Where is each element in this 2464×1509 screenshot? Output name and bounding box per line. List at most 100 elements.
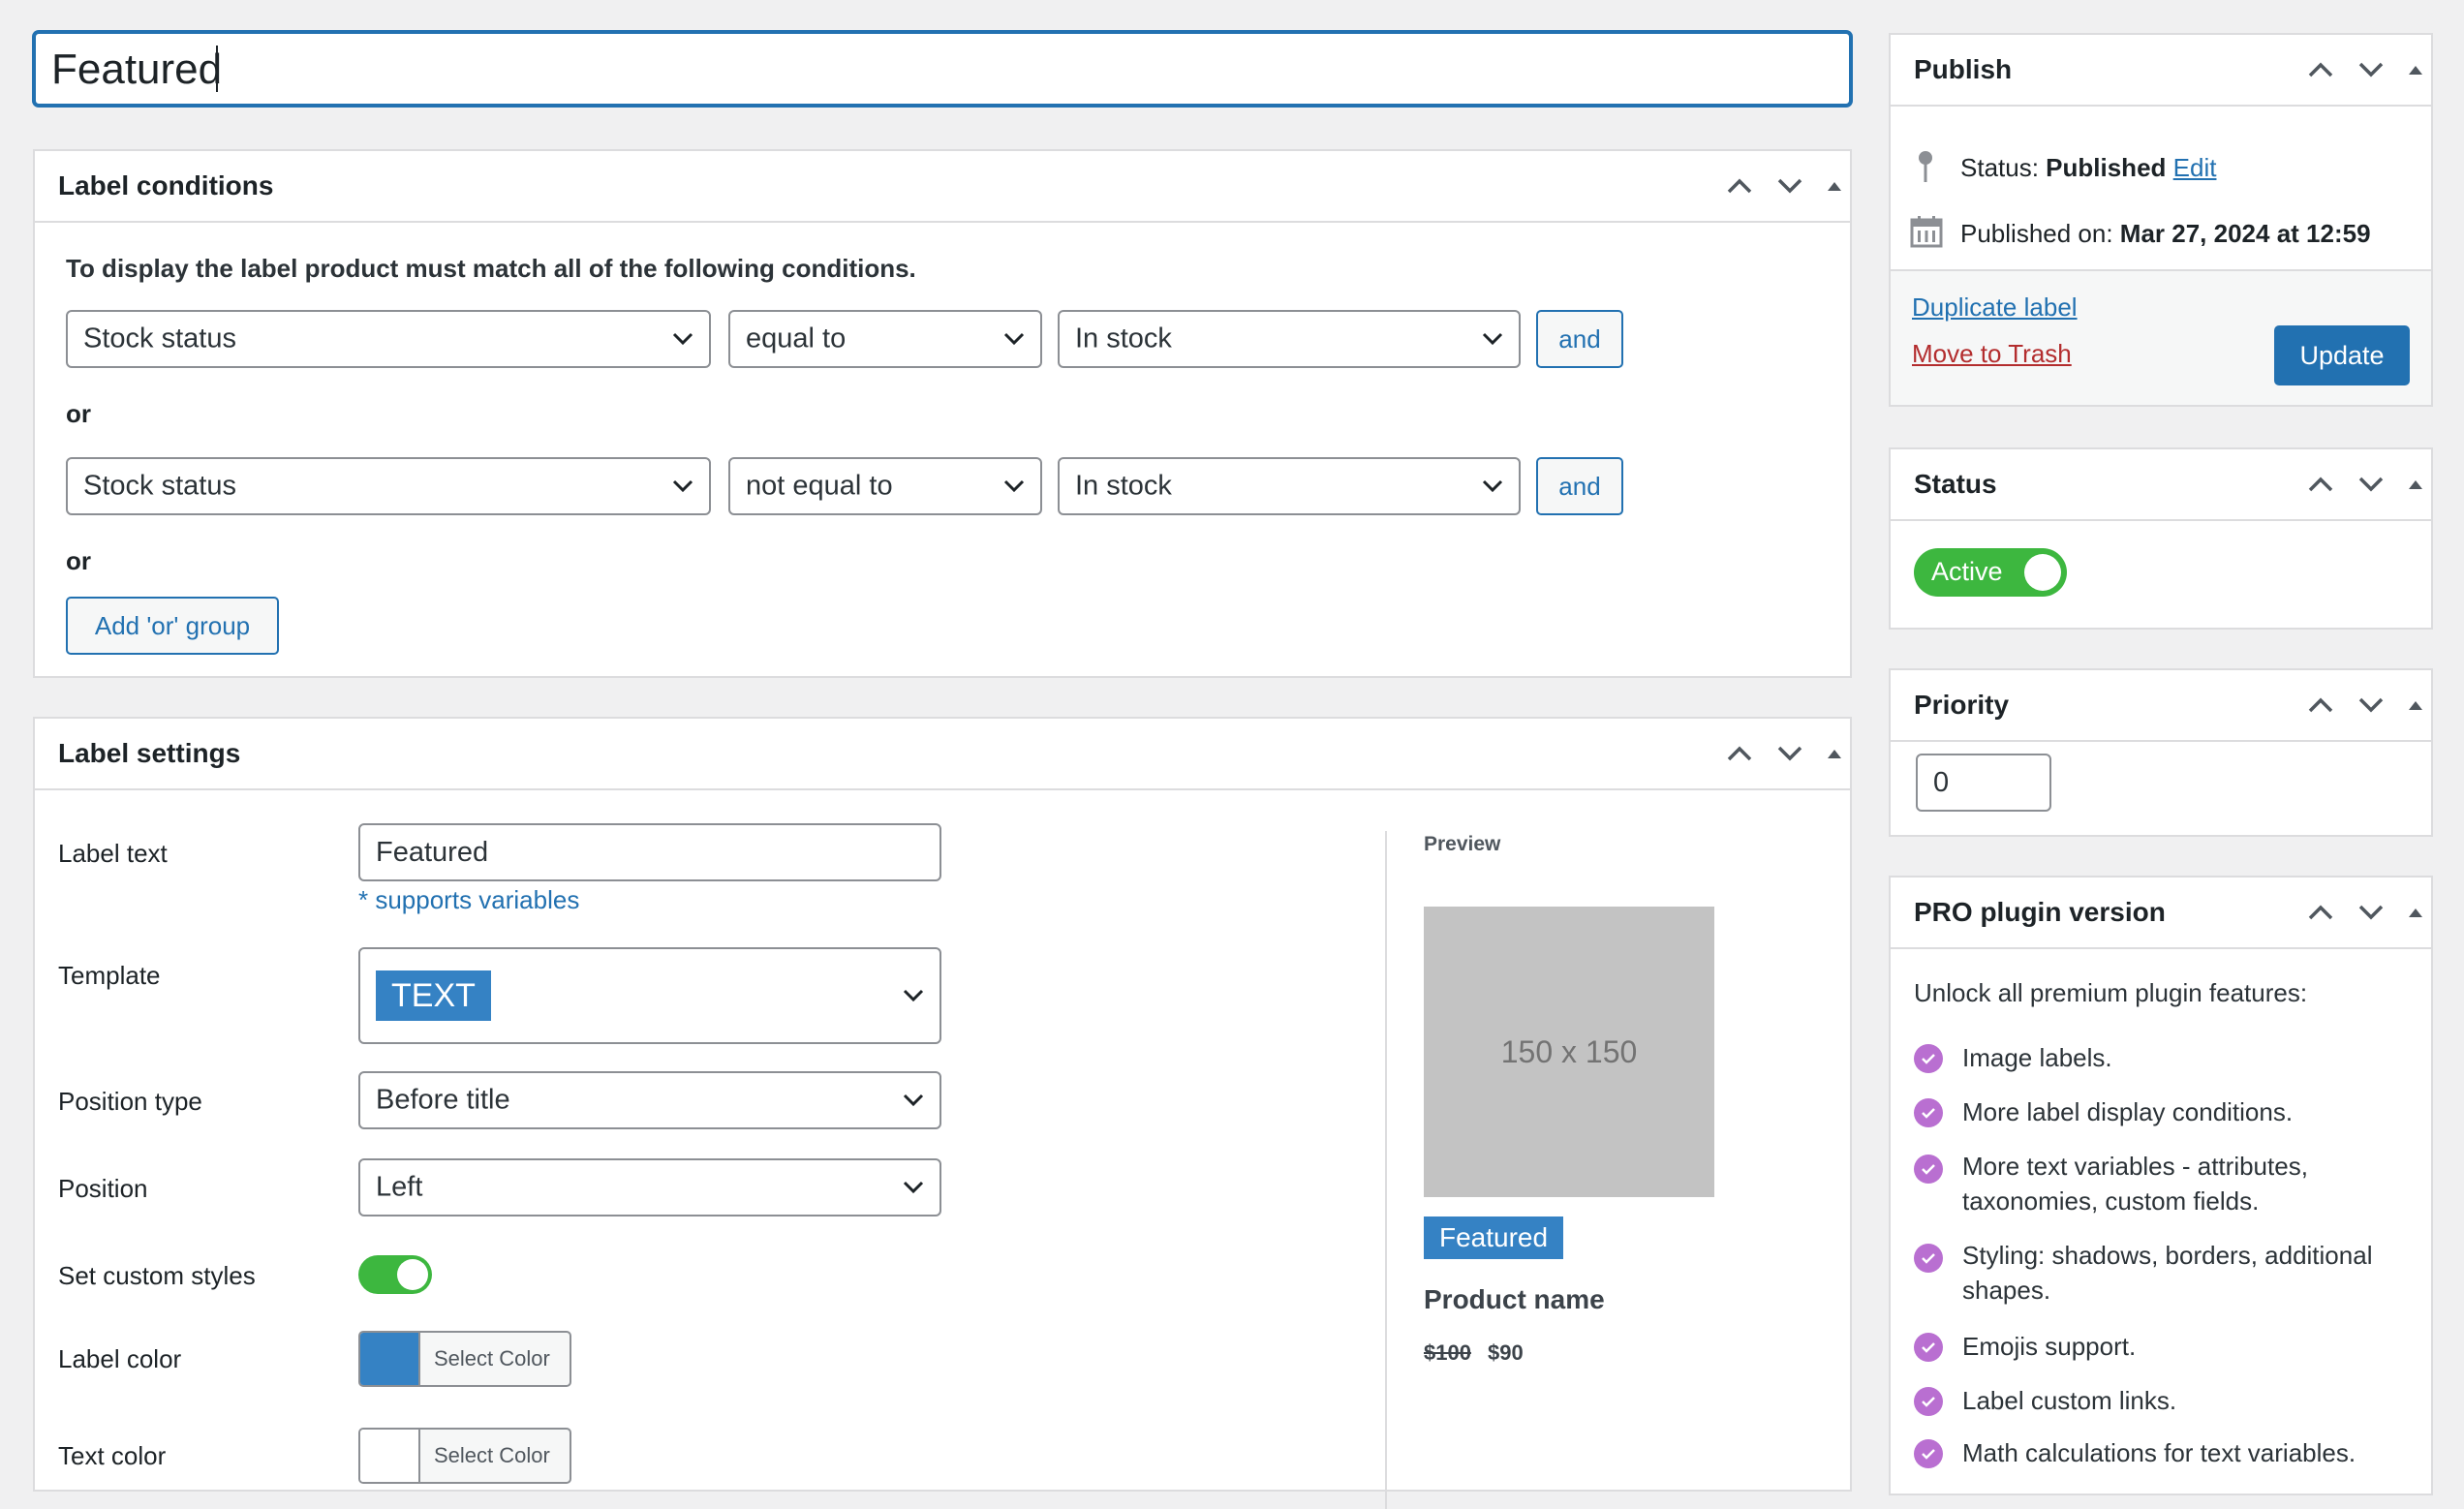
priority-title: Priority	[1914, 690, 2010, 720]
position-type-select[interactable]: Before title	[358, 1071, 941, 1129]
label-conditions-header: Label conditions	[35, 151, 1850, 223]
condition-value-select-1[interactable]: In stock	[1058, 310, 1521, 368]
label-color-swatch	[360, 1333, 420, 1385]
chevron-down-icon	[1482, 479, 1503, 493]
chevron-down-icon	[672, 479, 693, 493]
label-settings-box: Label settings Label text Featured * sup…	[33, 717, 1852, 1509]
check-icon	[1914, 1333, 1943, 1362]
template-badge: TEXT	[376, 970, 491, 1021]
chevron-up-icon	[1727, 746, 1752, 761]
or-separator-1: or	[66, 399, 91, 428]
triangle-up-icon	[2409, 66, 2422, 75]
chevron-down-icon	[1003, 332, 1025, 346]
move-down-button[interactable]	[2354, 52, 2388, 87]
move-down-button[interactable]	[1772, 169, 1807, 203]
pro-feature-item: Math calculations for text variables.	[1962, 1438, 2356, 1467]
toggle-knob	[2024, 554, 2061, 591]
pro-feature-item: More text variables - attributes, taxono…	[1962, 1152, 2308, 1216]
label-color-label: Label color	[58, 1344, 182, 1373]
chevron-down-icon	[903, 989, 924, 1002]
check-icon	[1914, 1439, 1943, 1468]
status-box: Status Active	[1889, 447, 2433, 630]
chevron-down-icon	[2358, 62, 2384, 77]
chevron-down-icon	[1003, 479, 1025, 493]
pro-version-title: PRO plugin version	[1914, 897, 2166, 927]
conditions-intro: To display the label product must match …	[66, 254, 916, 283]
toggle-panel-button[interactable]	[2398, 52, 2433, 87]
check-icon	[1914, 1387, 1943, 1416]
chevron-up-icon	[2308, 905, 2333, 920]
and-button-1[interactable]: and	[1536, 310, 1623, 368]
chevron-down-icon	[903, 1181, 924, 1194]
text-color-label: Text color	[58, 1441, 167, 1470]
label-conditions-title: Label conditions	[58, 170, 274, 200]
publish-title: Publish	[1914, 54, 2013, 84]
custom-styles-toggle[interactable]	[358, 1255, 432, 1294]
toggle-panel-button[interactable]	[2398, 688, 2433, 723]
published-on-line: Published on: Mar 27, 2024 at 12:59	[1960, 219, 2371, 248]
supports-variables-link[interactable]: * supports variables	[358, 885, 579, 915]
toggle-panel-button[interactable]	[1817, 736, 1852, 771]
publish-box: Publish Status: Published Edit Published…	[1889, 33, 2433, 407]
chevron-down-icon	[1777, 746, 1802, 761]
toggle-panel-button[interactable]	[1817, 169, 1852, 203]
pro-feature-item: Label custom links.	[1962, 1386, 2177, 1415]
check-icon	[1914, 1044, 1943, 1073]
chevron-up-icon	[2308, 477, 2333, 492]
chevron-up-icon	[2308, 62, 2333, 77]
move-up-button[interactable]	[1722, 736, 1757, 771]
template-select[interactable]: TEXT	[358, 947, 941, 1044]
preview-product-name: Product name	[1424, 1284, 1605, 1314]
move-down-button[interactable]	[2354, 895, 2388, 930]
move-to-trash-link[interactable]: Move to Trash	[1912, 339, 2072, 369]
post-title-input[interactable]: Featured	[33, 31, 1852, 107]
text-color-button[interactable]: Select Color	[358, 1428, 571, 1484]
publish-header: Publish	[1891, 35, 2431, 107]
label-text-input[interactable]: Featured	[358, 823, 941, 881]
status-title: Status	[1914, 469, 1997, 499]
chevron-down-icon	[2358, 905, 2384, 920]
condition-operator-select-1[interactable]: equal to	[728, 310, 1042, 368]
move-up-button[interactable]	[2303, 688, 2338, 723]
move-up-button[interactable]	[2303, 895, 2338, 930]
move-up-button[interactable]	[2303, 467, 2338, 502]
toggle-panel-button[interactable]	[2398, 895, 2433, 930]
check-icon	[1914, 1098, 1943, 1127]
triangle-up-icon	[1828, 182, 1841, 191]
check-icon	[1914, 1244, 1943, 1273]
move-down-button[interactable]	[1772, 736, 1807, 771]
duplicate-label-link[interactable]: Duplicate label	[1912, 293, 2078, 323]
pro-intro: Unlock all premium plugin features:	[1914, 978, 2308, 1007]
post-title-text: Featured	[51, 46, 223, 93]
pro-feature-item: Styling: shadows, borders, additional sh…	[1962, 1241, 2373, 1305]
condition-field-select-1[interactable]: Stock status	[66, 310, 711, 368]
move-up-button[interactable]	[2303, 52, 2338, 87]
triangle-up-icon	[2409, 701, 2422, 710]
pro-feature-item: Image labels.	[1962, 1043, 2112, 1072]
custom-styles-label: Set custom styles	[58, 1261, 256, 1290]
chevron-down-icon	[1482, 332, 1503, 346]
priority-box: Priority 0	[1889, 668, 2433, 837]
edit-status-link[interactable]: Edit	[2173, 153, 2217, 182]
toggle-panel-button[interactable]	[2398, 467, 2433, 502]
condition-field-select-2[interactable]: Stock status	[66, 457, 711, 515]
active-status-toggle[interactable]: Active	[1914, 548, 2067, 597]
position-select[interactable]: Left	[358, 1158, 941, 1216]
add-or-group-button[interactable]: Add 'or' group	[66, 597, 279, 655]
chevron-down-icon	[1777, 178, 1802, 194]
and-button-2[interactable]: and	[1536, 457, 1623, 515]
move-down-button[interactable]	[2354, 467, 2388, 502]
triangle-up-icon	[2409, 480, 2422, 489]
label-color-button[interactable]: Select Color	[358, 1331, 571, 1387]
chevron-down-icon	[2358, 697, 2384, 713]
product-image-placeholder: 150 x 150	[1424, 907, 1714, 1197]
condition-value-select-2[interactable]: In stock	[1058, 457, 1521, 515]
preview-divider	[1385, 831, 1387, 1509]
move-down-button[interactable]	[2354, 688, 2388, 723]
update-button[interactable]: Update	[2274, 325, 2410, 385]
position-label: Position	[58, 1174, 148, 1203]
move-up-button[interactable]	[1722, 169, 1757, 203]
priority-input[interactable]: 0	[1916, 754, 2051, 812]
condition-operator-select-2[interactable]: not equal to	[728, 457, 1042, 515]
label-settings-title: Label settings	[58, 738, 241, 768]
